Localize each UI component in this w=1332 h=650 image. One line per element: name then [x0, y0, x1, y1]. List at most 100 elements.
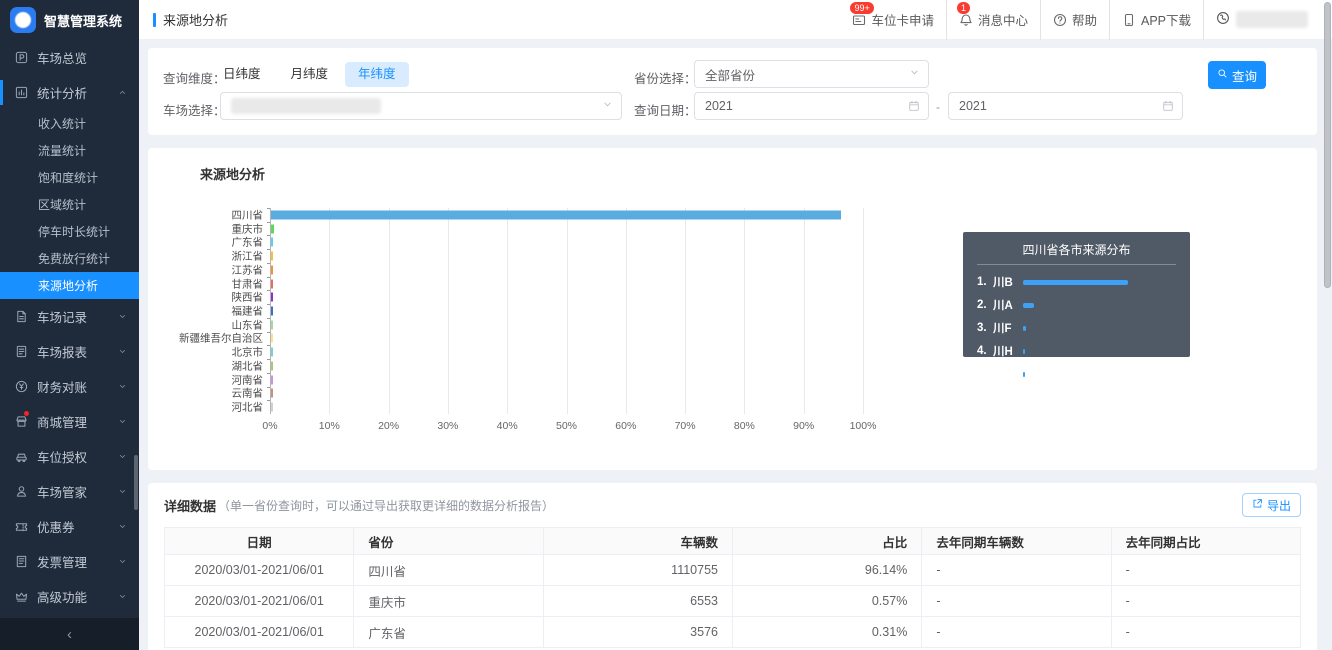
sidebar-subitem-区域统计[interactable]: 区域统计	[0, 191, 139, 218]
x-axis-tick-label: 50%	[555, 420, 578, 432]
tooltip-item-川H: 4. 川H	[977, 343, 1176, 359]
chevron-down-icon	[604, 102, 611, 107]
sidebar-subitem-饱和度统计[interactable]: 饱和度统计	[0, 164, 139, 191]
table-section-note: （单一省份查询时，可以通过导出获取更详细的数据分析报告）	[218, 498, 555, 513]
app-phone-icon	[1124, 13, 1134, 26]
manager-icon	[16, 486, 27, 497]
parking-records-icon	[17, 310, 26, 323]
bar-江苏省	[271, 265, 273, 275]
search-button-label: 查询	[1231, 69, 1257, 84]
parking-select[interactable]	[220, 92, 622, 120]
chevron-down-icon	[119, 524, 126, 528]
table-row: 2020/03/01-2021/06/01 四川省 1110755 96.14% - -	[163, 554, 1302, 586]
sidebar-subitem-免费放行统计[interactable]: 免费放行统计	[0, 245, 139, 272]
topbar-action-message-center[interactable]: 1 消息中心	[945, 0, 1040, 40]
sidebar-item-label: 优惠券	[37, 521, 75, 535]
tooltip-label: 川A	[993, 300, 1013, 312]
page-scrollbar[interactable]	[1323, 0, 1331, 650]
dimension-tab-年纬度[interactable]: 年纬度	[345, 62, 409, 87]
bar-陕西省	[271, 292, 273, 302]
tooltip-item-川J: 5. 川J	[977, 366, 1176, 382]
sidebar-collapse-button[interactable]: ‹	[0, 618, 139, 650]
main-area: 来源地分析 99+ 车位卡申请 1 消息中心 帮助 APP下载 查询维度： 日纬度 月纬度年…	[139, 0, 1332, 650]
search-icon	[1217, 68, 1228, 82]
chart-row-山东省: 山东省	[232, 317, 863, 332]
bar-河北省	[271, 402, 273, 412]
dimension-tab-日纬度[interactable]: 日纬度	[210, 62, 274, 87]
chevron-down-icon	[119, 594, 126, 598]
sidebar-item-车场总览[interactable]: 车场总览	[0, 40, 139, 75]
chart-row-福建省: 福建省	[232, 304, 863, 318]
sidebar-item-label: 车场总览	[37, 52, 88, 66]
phone-number-redacted	[1236, 11, 1308, 28]
date-range-separator: -	[936, 100, 940, 114]
x-axis-tick-label: 90%	[793, 420, 815, 432]
table-row: 2020/03/01-2021/06/01 重庆市 6553 0.57% - -	[163, 585, 1302, 617]
chart-row-重庆市: 重庆市	[232, 221, 863, 236]
table-cell: -	[1110, 585, 1302, 617]
date-end-input[interactable]	[959, 99, 1156, 113]
dimension-tabs: 日纬度 月纬度 年纬度	[210, 62, 409, 87]
date-start-input[interactable]	[705, 99, 902, 113]
sidebar-item-车位授权[interactable]: 车位授权	[0, 439, 139, 474]
table-row: 2020/03/01-2021/06/01 广东省 3576 0.31% - -	[163, 616, 1302, 648]
chart-row-四川省: 四川省	[232, 208, 863, 222]
tooltip-bar	[1023, 348, 1026, 354]
column-header-车辆数: 车辆数	[542, 527, 733, 555]
table-card: 详细数据 （单一省份查询时，可以通过导出获取更详细的数据分析报告） 导出 日期省…	[148, 483, 1317, 650]
sidebar-subitem-流量统计[interactable]: 流量统计	[0, 137, 139, 164]
chart-row-北京市: 北京市	[232, 345, 863, 359]
sidebar-item-高级功能[interactable]: 高级功能	[0, 579, 139, 614]
topbar-action-card-apply[interactable]: 99+ 车位卡申请	[840, 0, 946, 40]
sidebar-item-商城管理[interactable]: 商城管理	[0, 404, 139, 439]
bar-河南省	[271, 375, 273, 385]
sidebar-item-财务对账[interactable]: 财务对账	[0, 369, 139, 404]
topbar-action-app-download[interactable]: APP下载	[1108, 0, 1203, 40]
sidebar-subitem-停车时长统计[interactable]: 停车时长统计	[0, 218, 139, 245]
topbar-action-help[interactable]: 帮助	[1039, 0, 1109, 40]
column-header-去年同期车辆数: 去年同期车辆数	[921, 527, 1112, 555]
sidebar-subitem-来源地分析[interactable]: 来源地分析	[0, 272, 139, 299]
dimension-tab-月纬度[interactable]: 月纬度	[278, 62, 342, 87]
sidebar-item-车场管家[interactable]: 车场管家	[0, 474, 139, 509]
filter-card: 查询维度： 日纬度月纬度年纬度 省份选择： 全部省份 车场选择： 查询日期： -	[148, 48, 1317, 135]
sidebar-item-车场记录[interactable]: 车场记录	[0, 299, 139, 334]
chart-card: 来源地分析 0% 10% 20% 30% 40% 50% 60% 70% 80% 90% 100% 四…	[148, 148, 1317, 470]
app-logo-row: 智慧管理系统	[0, 0, 139, 40]
topbar-account-phone[interactable]	[1203, 0, 1314, 40]
stats-icon	[15, 86, 28, 99]
tooltip-item-川A: 2. 川A	[977, 297, 1176, 313]
bell-icon	[960, 13, 972, 26]
tooltip-label: 川B	[993, 277, 1013, 289]
sidebar-item-车场报表[interactable]: 车场报表	[0, 334, 139, 369]
notification-badge: 99+	[850, 1, 874, 15]
notification-badge: 1	[956, 1, 970, 15]
export-button[interactable]: 导出	[1241, 493, 1301, 517]
bar-福建省	[271, 306, 273, 316]
sidebar-item-label: 商城管理	[37, 416, 88, 430]
chart-tooltip-items: 1. 川B 2. 川A 3. 川F 4. 川H 5. 川J	[977, 274, 1176, 382]
page-scrollbar-thumb[interactable]	[1324, 2, 1331, 288]
search-button[interactable]: 查询	[1208, 61, 1266, 89]
chevron-down-icon	[909, 67, 920, 81]
table-cell: 2020/03/01-2021/06/01	[163, 585, 355, 617]
table-section-header: 详细数据 （单一省份查询时，可以通过导出获取更详细的数据分析报告） 导出	[164, 483, 1301, 527]
table-cell: 96.14%	[731, 554, 923, 586]
sidebar-subitem-收入统计[interactable]: 收入统计	[0, 110, 139, 137]
sidebar-item-发票管理[interactable]: 发票管理	[0, 544, 139, 579]
chart-row-新疆维吾尔自治区: 新疆维吾尔自治区	[179, 331, 863, 346]
car-icon	[16, 453, 27, 463]
bar-云南省	[271, 388, 273, 398]
app-title: 智慧管理系统	[44, 13, 123, 29]
table-header: 日期 省份 车辆数 占比 去年同期车辆数 去年同期占比	[163, 527, 1302, 555]
column-header-去年同期占比: 去年同期占比	[1110, 527, 1302, 555]
province-select[interactable]: 全部省份	[694, 60, 929, 88]
sidebar-scrollbar-thumb[interactable]	[134, 455, 138, 510]
sidebar-item-优惠券[interactable]: 优惠券	[0, 509, 139, 544]
date-start-input-wrap	[694, 92, 929, 120]
chart-row-广东省: 广东省	[232, 235, 863, 249]
sidebar-item-统计分析[interactable]: 统计分析	[0, 75, 139, 110]
column-header-日期: 日期	[163, 527, 355, 555]
search-icon	[1218, 69, 1227, 78]
x-axis-tick-label: 0%	[262, 420, 278, 432]
